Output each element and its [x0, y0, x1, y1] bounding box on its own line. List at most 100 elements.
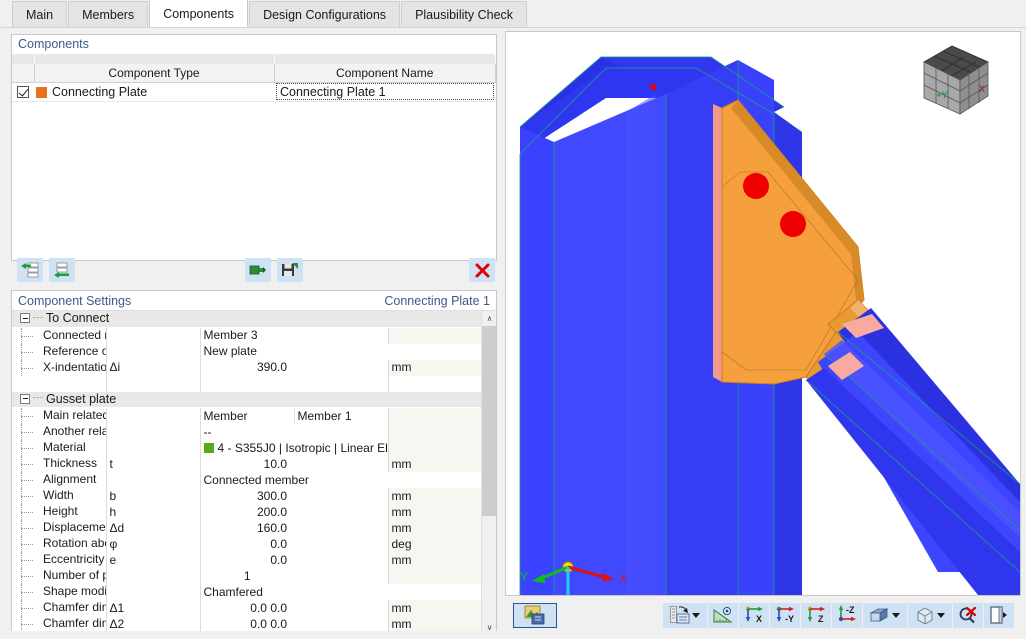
property-value[interactable]: 300.0	[199, 488, 294, 504]
property-value[interactable]: Chamfered	[199, 584, 482, 600]
property-value[interactable]: 0.0 0.0	[199, 616, 294, 632]
component-name-input[interactable]: Connecting Plate 1	[276, 83, 494, 100]
insert-component-icon	[54, 262, 69, 278]
display-properties-button[interactable]	[663, 602, 707, 628]
perspective-button[interactable]	[908, 602, 952, 628]
property-row[interactable]: Rotation about connected me...φ 0.0 deg	[12, 536, 482, 552]
import-component-button[interactable]	[245, 258, 271, 282]
property-value-secondary[interactable]	[294, 520, 388, 536]
zoom-reset-button[interactable]	[953, 602, 983, 628]
property-value-text: 390.0	[256, 360, 287, 374]
property-value-secondary[interactable]	[294, 600, 388, 616]
select-all-header[interactable]	[12, 62, 35, 83]
property-value-secondary[interactable]	[294, 536, 388, 552]
property-row[interactable]: Alignment Connected member	[12, 472, 482, 488]
property-row[interactable]: Another related object type --	[12, 424, 482, 440]
property-value[interactable]: Member 3	[199, 327, 294, 344]
property-label: X-indentation	[43, 359, 106, 374]
new-component-button[interactable]	[17, 258, 43, 282]
property-row[interactable]: Height h 200.0 mm	[12, 504, 482, 520]
tab-components[interactable]: Components	[149, 0, 249, 27]
rendering-toggle-button[interactable]	[513, 602, 557, 628]
row-checkbox[interactable]	[17, 86, 29, 99]
row-name-cell[interactable]: Connecting Plate 1	[274, 82, 496, 102]
property-value[interactable]: --	[199, 424, 294, 440]
property-symbol	[105, 343, 200, 360]
property-value[interactable]: New plate	[199, 343, 482, 360]
delete-component-button[interactable]	[469, 258, 495, 282]
tree-connector	[15, 456, 43, 472]
table-row[interactable]: Connecting Plate Connecting Plate 1	[12, 82, 496, 102]
view-x-button[interactable]: X	[739, 602, 769, 628]
scrollbar-thumb[interactable]	[482, 326, 496, 516]
property-value[interactable]: 10.0	[199, 456, 294, 472]
panel-toggle-button[interactable]	[984, 602, 1014, 628]
property-value-secondary[interactable]	[294, 568, 388, 584]
property-value[interactable]: 4 - S355J0 | Isotropic | Linear Elastic	[199, 440, 388, 456]
property-row[interactable]: X-indentationΔi 390.0 mm	[12, 359, 482, 376]
property-label: Chamfer dimension 2	[43, 616, 106, 631]
property-row[interactable]: Eccentricity e 0.0 mm	[12, 552, 482, 568]
property-grid-scrollbar[interactable]: ∧ ∨	[481, 311, 496, 634]
property-value[interactable]: Connected member	[199, 472, 482, 488]
collapse-expander-icon[interactable]	[20, 313, 30, 324]
property-row[interactable]: Shape modification Chamfered	[12, 584, 482, 600]
navigation-cube[interactable]: +Y X	[916, 40, 994, 120]
property-value[interactable]: 1	[199, 568, 294, 584]
property-value-secondary[interactable]	[294, 504, 388, 520]
property-value[interactable]: 0.0 0.0	[199, 600, 294, 616]
view-z-button[interactable]: Z	[801, 602, 831, 628]
shading-button[interactable]	[863, 602, 907, 628]
row-type-cell[interactable]: Connecting Plate	[34, 82, 274, 102]
property-value[interactable]: 390.0	[199, 359, 294, 376]
property-value-secondary[interactable]	[294, 552, 388, 568]
property-value[interactable]: 160.0	[199, 520, 294, 536]
3d-viewport[interactable]: X Y Z +Y	[505, 31, 1021, 596]
tab-members[interactable]: Members	[68, 1, 149, 27]
property-row[interactable]: Chamfer dimension 2Δ2 0.0 0.0 mm	[12, 616, 482, 632]
left-panel: Components Component Type Component Name	[0, 28, 503, 639]
tab-plausibility-check[interactable]: Plausibility Check	[401, 1, 528, 27]
save-component-button[interactable]	[277, 258, 303, 282]
property-row[interactable]: Number of plates 1	[12, 568, 482, 584]
property-value-secondary[interactable]	[294, 327, 388, 344]
view-negz-button[interactable]: -Z	[832, 602, 862, 628]
chevron-down-icon[interactable]	[892, 612, 900, 618]
property-row[interactable]: Material 4 - S355J0 | Isotropic | Linear …	[12, 440, 482, 456]
property-row[interactable]: Chamfer dimension 1Δ1 0.0 0.0 mm	[12, 600, 482, 616]
property-value[interactable]: Member	[199, 407, 294, 424]
property-value[interactable]: 0.0	[199, 536, 294, 552]
property-row[interactable]: DisplacementΔd 160.0 mm	[12, 520, 482, 536]
property-value-secondary[interactable]	[294, 488, 388, 504]
components-title: Components	[12, 35, 496, 54]
property-value-secondary[interactable]	[294, 360, 388, 376]
property-row[interactable]: Main related object MemberMember 1	[12, 407, 482, 424]
property-value-secondary[interactable]	[294, 456, 388, 472]
property-row[interactable]: Thickness t 10.0 mm	[12, 456, 482, 472]
property-unit: mm	[387, 488, 482, 504]
collapse-expander-icon[interactable]	[20, 393, 30, 404]
tab-design-configurations[interactable]: Design Configurations	[249, 1, 401, 27]
property-value-secondary[interactable]: Member 1	[293, 407, 388, 424]
property-value-secondary[interactable]	[294, 424, 388, 440]
property-row[interactable]: Reference object type New plate	[12, 343, 482, 360]
chevron-down-icon[interactable]	[937, 612, 945, 618]
view-negy-button[interactable]: -Y	[770, 602, 800, 628]
measure-button[interactable]	[708, 602, 738, 628]
property-value[interactable]: 0.0	[199, 552, 294, 568]
chevron-down-icon[interactable]	[692, 612, 700, 618]
property-group-row[interactable]: Gusset plate	[12, 391, 482, 408]
tab-main[interactable]: Main	[12, 1, 68, 27]
property-value-secondary[interactable]	[294, 616, 388, 632]
property-row[interactable]: Connected member Member 3	[12, 327, 482, 344]
property-grid: To ConnectConnected memberMember 3Refere…	[12, 311, 482, 634]
scroll-up-arrow[interactable]: ∧	[482, 311, 496, 326]
component-type-header[interactable]: Component Type	[34, 62, 275, 83]
property-value[interactable]: 200.0	[199, 504, 294, 520]
property-row[interactable]: Width b 300.0 mm	[12, 488, 482, 504]
component-name-header[interactable]: Component Name	[274, 62, 496, 83]
node-marker	[650, 84, 656, 90]
row-checkbox-cell[interactable]	[12, 82, 34, 102]
property-group-row[interactable]: To Connect	[12, 311, 482, 328]
insert-component-button[interactable]	[49, 258, 75, 282]
